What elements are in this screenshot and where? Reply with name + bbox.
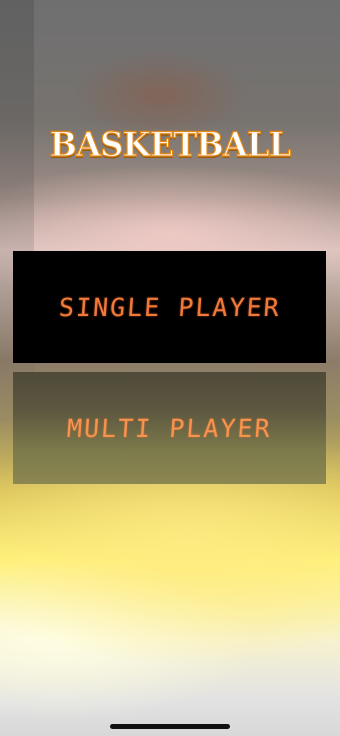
blurred-court-background: [0, 0, 340, 736]
single-player-label: SINGLE PLAYER: [57, 292, 282, 322]
logo-text: BASKETBALL: [49, 124, 292, 165]
multi-player-button[interactable]: MULTI PLAYER: [13, 372, 326, 484]
home-indicator[interactable]: [110, 724, 230, 729]
game-logo: BASKETBALL: [49, 120, 292, 170]
single-player-button[interactable]: SINGLE PLAYER: [13, 251, 326, 363]
multi-player-label: MULTI PLAYER: [66, 413, 273, 443]
